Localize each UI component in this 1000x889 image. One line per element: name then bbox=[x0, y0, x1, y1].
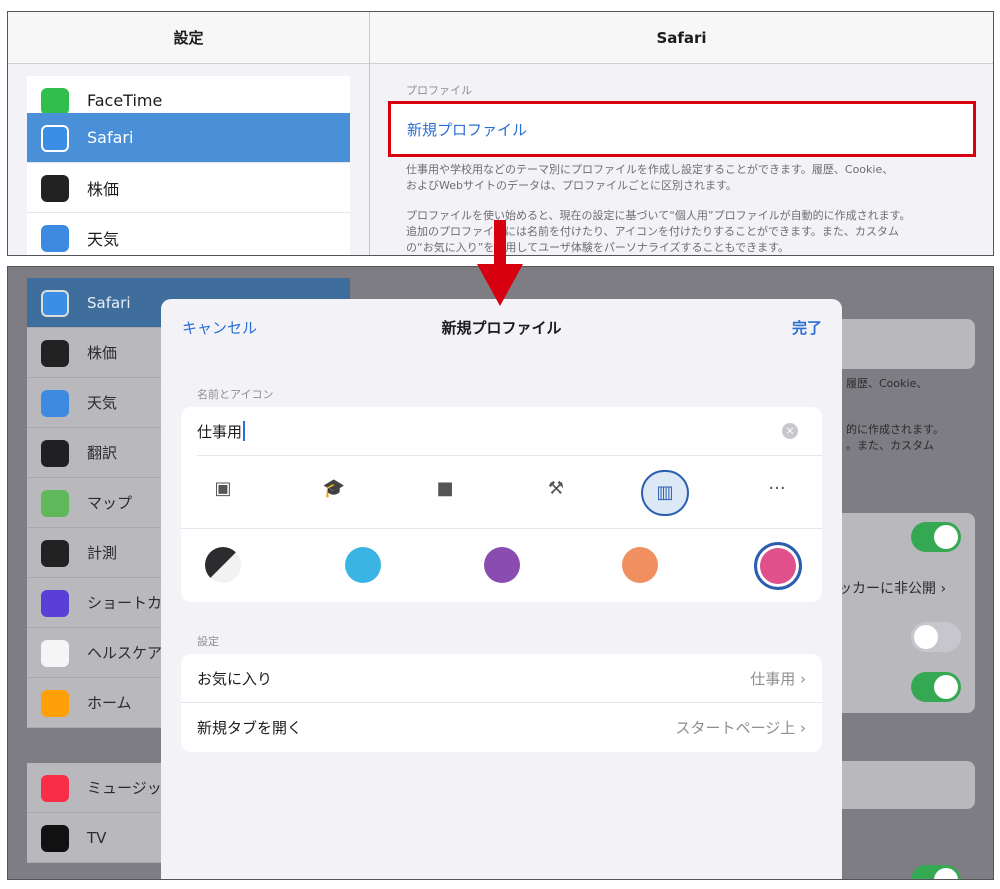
toggle-switch[interactable] bbox=[911, 522, 961, 552]
sidebar-item-stocks[interactable]: 株価 bbox=[27, 163, 350, 213]
sidebar-item-label: 株価 bbox=[87, 344, 118, 362]
sheet-title: 新規プロファイル bbox=[441, 318, 562, 337]
desc-line: 仕事用や学校用などのテーマ別にプロファイルを作成し設定することができます。履歴、… bbox=[406, 163, 894, 176]
pane-title: Safari bbox=[370, 12, 993, 64]
chevron-right-icon: › bbox=[800, 719, 806, 737]
chevron-right-icon: › bbox=[800, 669, 806, 688]
row-label: お気に入り bbox=[197, 669, 273, 688]
tv-icon bbox=[41, 825, 69, 852]
new-tab-value: スタートページ上 bbox=[675, 719, 796, 737]
profile-section-label: プロファイル bbox=[406, 84, 472, 97]
new-tab-row[interactable]: 新規タブを開く スタートページ上 › bbox=[181, 703, 822, 752]
building-icon[interactable]: ▥ bbox=[641, 470, 689, 516]
sidebar-item-label: Safari bbox=[87, 293, 131, 312]
row-label: 新規タブを開く bbox=[197, 719, 303, 737]
color-swatch-purple[interactable] bbox=[484, 547, 520, 583]
done-button[interactable]: 完了 bbox=[792, 317, 822, 338]
name-icon-section-label: 名前とアイコン bbox=[197, 388, 274, 401]
color-swatch-blue[interactable] bbox=[345, 547, 381, 583]
sidebar-item-label: 天気 bbox=[87, 229, 120, 249]
bg-text: 的に作成されます。 bbox=[846, 423, 944, 436]
sidebar-item-label: ショートカ bbox=[87, 594, 163, 612]
favorites-row[interactable]: お気に入り 仕事用 › bbox=[181, 654, 822, 703]
sheet-navbar: キャンセル 新規プロファイル 完了 bbox=[161, 299, 842, 355]
briefcase-icon[interactable]: ■ bbox=[429, 478, 461, 499]
icon-picker-row: ▣ 🎓 ■ ⚒ ▥ ··· bbox=[181, 456, 822, 529]
music-icon bbox=[41, 775, 69, 802]
settings-card: お気に入り 仕事用 › 新規タブを開く スタートページ上 › bbox=[181, 654, 822, 752]
name-icon-card: 仕事用 × ▣ 🎓 ■ ⚒ ▥ ··· bbox=[181, 407, 822, 602]
toggle-switch[interactable] bbox=[911, 865, 961, 879]
translate-icon bbox=[41, 440, 69, 467]
sidebar-item-label: 計測 bbox=[87, 544, 118, 562]
color-swatch-orange[interactable] bbox=[622, 547, 658, 583]
name-value: 仕事用 bbox=[197, 422, 243, 441]
sidebar-item-label: マップ bbox=[87, 494, 133, 512]
sidebar-item-label: ホーム bbox=[87, 694, 132, 712]
profile-description: 仕事用や学校用などのテーマ別にプロファイルを作成し設定することができます。履歴、… bbox=[406, 162, 966, 194]
new-profile-button[interactable]: 新規プロファイル bbox=[388, 101, 976, 157]
safari-icon bbox=[41, 290, 69, 317]
health-icon bbox=[41, 640, 69, 667]
home-icon bbox=[41, 690, 69, 717]
toggle-switch[interactable] bbox=[911, 672, 961, 702]
shortcuts-icon bbox=[41, 590, 69, 617]
bottom-screenshot: Safari 株価 天気 翻訳 マップ 計測 ショートカ ヘルスケア ホーム ミ… bbox=[7, 266, 994, 880]
weather-icon bbox=[41, 390, 69, 417]
bg-tracker-row: ッカーに非公開 › bbox=[838, 581, 947, 597]
name-input[interactable]: 仕事用 bbox=[197, 407, 822, 456]
stocks-icon bbox=[41, 340, 69, 367]
graduation-cap-icon[interactable]: 🎓 bbox=[318, 478, 350, 499]
desc-line: およびWebサイトのデータは、プロファイルごとに区別されます。 bbox=[406, 179, 737, 192]
sidebar-item-label: FaceTime bbox=[87, 91, 163, 110]
favorites-value: 仕事用 bbox=[750, 669, 796, 688]
sidebar-item-safari[interactable]: Safari bbox=[27, 113, 350, 163]
bg-card bbox=[828, 761, 975, 809]
sidebar-item-label: 天気 bbox=[87, 394, 118, 412]
new-profile-sheet: キャンセル 新規プロファイル 完了 名前とアイコン 仕事用 × ▣ 🎓 ■ ⚒ … bbox=[161, 299, 842, 879]
weather-icon bbox=[41, 225, 69, 252]
color-picker-row bbox=[181, 529, 822, 602]
sidebar-item-label: ミュージッ bbox=[87, 779, 162, 797]
sidebar-item-weather[interactable]: 天気 bbox=[27, 213, 350, 255]
red-arrow-down-icon bbox=[477, 220, 523, 306]
bg-text: 。また、カスタム bbox=[846, 439, 934, 452]
toggle-switch[interactable] bbox=[911, 622, 961, 652]
settings-section-label: 設定 bbox=[197, 635, 219, 648]
color-swatch-black[interactable] bbox=[205, 547, 241, 583]
settings-sidebar: 設定 FaceTime Safari 株価 天気 bbox=[8, 12, 370, 255]
safari-icon bbox=[41, 125, 69, 152]
safari-settings-pane: Safari プロファイル 新規プロファイル 仕事用や学校用などのテーマ別にプロ… bbox=[370, 12, 993, 255]
sidebar-title: 設定 bbox=[8, 12, 369, 64]
sidebar-item-label: 株価 bbox=[87, 179, 120, 199]
measure-icon bbox=[41, 540, 69, 567]
bg-card bbox=[828, 319, 975, 369]
hammer-icon[interactable]: ⚒ bbox=[540, 478, 572, 499]
sidebar-item-label: TV bbox=[87, 828, 107, 847]
bg-text: 履歴、Cookie、 bbox=[846, 377, 928, 390]
row-value: スタートページ上 › bbox=[676, 717, 806, 738]
sidebar-item-label: 翻訳 bbox=[87, 444, 118, 462]
clear-text-icon[interactable]: × bbox=[782, 423, 798, 439]
id-badge-icon[interactable]: ▣ bbox=[207, 478, 239, 499]
facetime-icon bbox=[41, 88, 69, 115]
more-icon[interactable]: ··· bbox=[761, 478, 793, 499]
row-value: 仕事用 › bbox=[750, 668, 806, 689]
text-cursor bbox=[243, 421, 246, 441]
stocks-icon bbox=[41, 175, 69, 202]
sidebar-item-label: Safari bbox=[87, 128, 134, 147]
color-swatch-pink[interactable] bbox=[754, 542, 802, 590]
cancel-button[interactable]: キャンセル bbox=[182, 317, 257, 338]
sidebar-item-label: ヘルスケア bbox=[87, 644, 163, 662]
maps-icon bbox=[41, 490, 69, 517]
